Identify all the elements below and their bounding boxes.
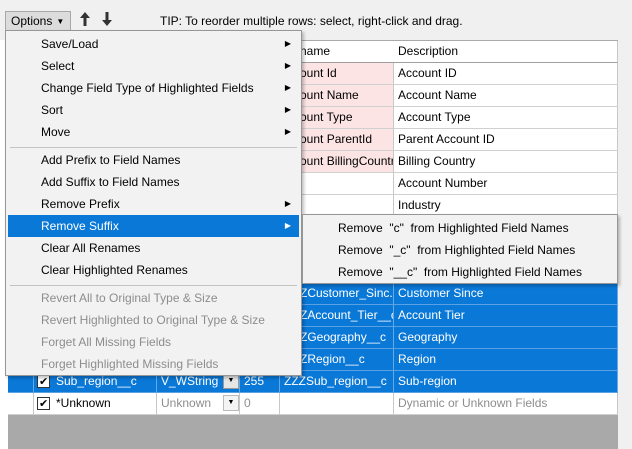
menu-item-revert-all[interactable]: Revert All to Original Type & Size (8, 287, 299, 309)
submenu-item-remove-c[interactable]: Remove "c" from Highlighted Field Names (305, 217, 615, 239)
remove-suffix-submenu: Remove "c" from Highlighted Field Names … (302, 214, 618, 284)
menu-item-forget-highlighted-missing[interactable]: Forget Highlighted Missing Fields (8, 353, 299, 375)
submenu-arrow-icon: ▶ (284, 39, 291, 48)
caret-down-icon: ▼ (56, 16, 65, 26)
table-cell-description[interactable]: Dynamic or Unknown Fields (394, 393, 618, 415)
table-cell-new-name[interactable]: ount ParentId (296, 129, 394, 151)
submenu-arrow-icon: ▶ (284, 127, 291, 136)
checkbox-checked[interactable] (37, 394, 50, 414)
menu-item-clear-all-renames[interactable]: Clear All Renames (8, 237, 299, 259)
menu-separator (10, 147, 297, 148)
table-cell-type[interactable]: Unknown ▼ (157, 393, 240, 415)
submenu-item-remove-underscore-c[interactable]: Remove "_c" from Highlighted Field Names (305, 239, 615, 261)
tip-text: TIP: To reorder multiple rows: select, r… (160, 14, 463, 28)
menu-item-add-prefix[interactable]: Add Prefix to Field Names (8, 149, 299, 171)
menu-item-label: Change Field Type of Highlighted Fields (41, 81, 254, 95)
arrow-down-icon[interactable] (100, 9, 114, 29)
menu-item-add-suffix[interactable]: Add Suffix to Field Names (8, 171, 299, 193)
menu-item-label: Move (41, 125, 71, 139)
table-cell-description[interactable]: Region (394, 349, 618, 371)
table-cell-description[interactable]: Account ID (394, 63, 618, 85)
options-label: Options (11, 14, 53, 28)
submenu-item-label: Remove "__c" from Highlighted Field Name… (338, 265, 582, 279)
menu-item-remove-prefix[interactable]: Remove Prefix ▶ (8, 193, 299, 215)
submenu-arrow-icon: ▶ (284, 199, 291, 208)
submenu-arrow-icon: ▶ (284, 221, 291, 230)
submenu-arrow-icon: ▶ (284, 61, 291, 70)
table-cell-new-name[interactable]: ount BillingCountry (296, 151, 394, 173)
menu-item-label: Save/Load (41, 37, 99, 51)
table-cell-size[interactable]: 0 (240, 393, 280, 415)
chevron-down-icon[interactable]: ▼ (223, 395, 239, 411)
table-cell-new-name[interactable]: ount Name (296, 85, 394, 107)
menu-item-move[interactable]: Move ▶ (8, 121, 299, 143)
table-cell-new-name[interactable]: ount Type (296, 107, 394, 129)
menu-item-label: Remove Prefix (41, 197, 120, 211)
submenu-item-label: Remove "_c" from Highlighted Field Names (338, 243, 576, 257)
field-type-text: V_WString (161, 374, 219, 388)
table-cell-new-name[interactable] (280, 393, 394, 415)
table-cell-description[interactable]: Account Number (394, 173, 618, 195)
submenu-item-remove-double-underscore-c[interactable]: Remove "__c" from Highlighted Field Name… (305, 261, 615, 283)
submenu-item-label: Remove "c" from Highlighted Field Names (338, 221, 569, 235)
menu-item-sort[interactable]: Sort ▶ (8, 99, 299, 121)
menu-separator (10, 285, 297, 286)
menu-item-clear-highlighted-renames[interactable]: Clear Highlighted Renames (8, 259, 299, 281)
menu-item-change-field-type[interactable]: Change Field Type of Highlighted Fields ▶ (8, 77, 299, 99)
menu-item-select[interactable]: Select ▶ (8, 55, 299, 77)
table-cell-description[interactable]: Account Name (394, 85, 618, 107)
table-cell-new-name[interactable]: ZRegion__c (296, 349, 394, 371)
table-cell-new-name[interactable]: ZAccount_Tier__c (296, 305, 394, 327)
table-cell-new-name[interactable]: ount Id (296, 63, 394, 85)
options-button[interactable]: Options ▼ (5, 11, 71, 31)
submenu-arrow-icon: ▶ (284, 105, 291, 114)
table-cell-description[interactable]: Parent Account ID (394, 129, 618, 151)
table-cell-row-selector[interactable] (8, 393, 34, 415)
column-header-name[interactable]: name (296, 41, 404, 63)
table-cell-description[interactable]: Customer Since (394, 283, 618, 305)
options-menu: Save/Load ▶ Select ▶ Change Field Type of … (5, 30, 302, 376)
menu-item-forget-all-missing[interactable]: Forget All Missing Fields (8, 331, 299, 353)
menu-item-revert-highlighted[interactable]: Revert Highlighted to Original Type & Si… (8, 309, 299, 331)
menu-item-label: Sort (41, 103, 64, 117)
menu-item-remove-suffix[interactable]: Remove Suffix ▶ (8, 215, 299, 237)
table-cell-description[interactable]: Account Type (394, 107, 618, 129)
table-cell-description[interactable]: Account Tier (394, 305, 618, 327)
menu-item-label: Select (41, 59, 75, 73)
submenu-arrow-icon: ▶ (284, 83, 291, 92)
field-name-text: *Unknown (56, 396, 111, 410)
arrow-up-icon[interactable] (78, 9, 92, 29)
table-cell-new-name[interactable]: ZGeography__c (296, 327, 394, 349)
menu-item-save-load[interactable]: Save/Load ▶ (8, 33, 299, 55)
table-cell-description[interactable]: Sub-region (394, 371, 618, 393)
column-header-description[interactable]: Description (394, 41, 618, 63)
table-cell-description[interactable]: Billing Country (394, 151, 618, 173)
field-type-text: Unknown (161, 396, 212, 410)
window-edge (618, 0, 632, 449)
table-cell-new-name[interactable]: ZCustomer_Sinc... (296, 283, 394, 305)
table-cell-new-name[interactable] (296, 173, 394, 195)
table-cell-field[interactable]: *Unknown (34, 393, 157, 415)
table-cell-description[interactable]: Geography (394, 327, 618, 349)
checkbox-checked[interactable] (37, 372, 50, 392)
menu-item-label: Remove Suffix (41, 219, 119, 233)
